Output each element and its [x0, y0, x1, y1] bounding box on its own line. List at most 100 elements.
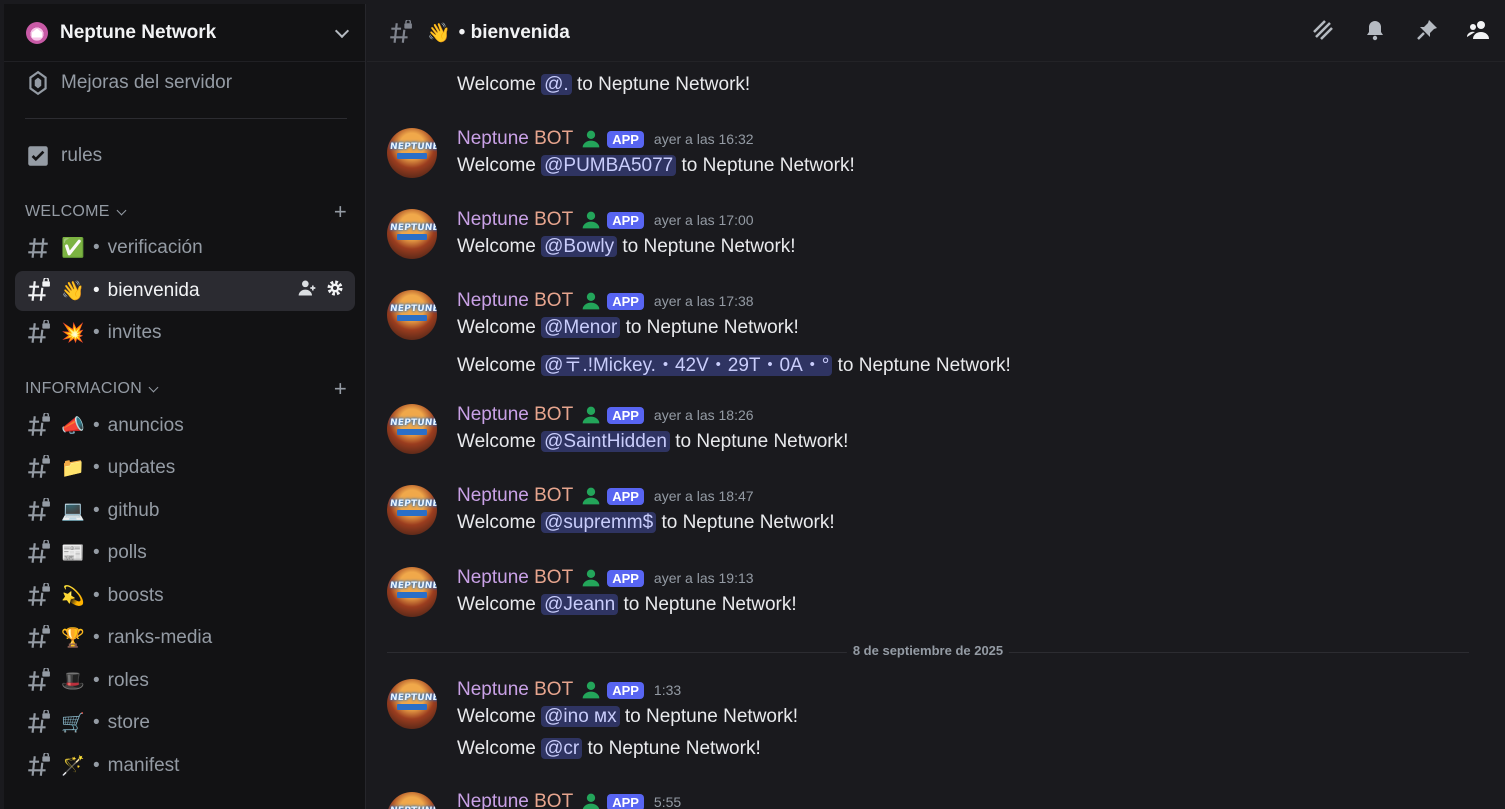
- threads-icon[interactable]: [1311, 18, 1335, 47]
- author-name[interactable]: Neptune BOT: [457, 567, 573, 589]
- sidebar-item-roles[interactable]: 🎩 • roles: [15, 661, 355, 701]
- sidebar-item-polls[interactable]: 📰 • polls: [15, 533, 355, 573]
- chat-header: 👋 • bienvenida: [367, 4, 1505, 62]
- user-role-icon: [581, 486, 601, 506]
- channel-sidebar: Neptune Network Mejoras del servidor rul…: [4, 4, 366, 809]
- user-mention[interactable]: @Menor: [541, 317, 621, 338]
- chevron-down-icon: [116, 205, 127, 215]
- user-mention[interactable]: @ino ᴍx: [541, 706, 620, 727]
- sidebar-item-label: store: [107, 712, 150, 733]
- message-content: Welcome @PUMBA5077 to Neptune Network!: [457, 155, 855, 176]
- sidebar-item-store[interactable]: 🛒 • store: [15, 703, 355, 743]
- channel-emoji: 🛒: [61, 713, 85, 734]
- category-label: INFORMACION: [25, 380, 143, 397]
- user-mention[interactable]: @supremm$: [541, 512, 657, 533]
- user-mention[interactable]: @Bowly: [541, 236, 618, 257]
- channel-emoji: 🏆: [61, 628, 85, 649]
- bell-icon[interactable]: [1363, 18, 1387, 47]
- avatar[interactable]: NEPTUNE: [387, 209, 437, 259]
- user-mention[interactable]: @SaintHidden: [541, 431, 670, 452]
- hashtag-lock-icon: [387, 18, 413, 46]
- sidebar-item-boosts[interactable]: 💫 • boosts: [15, 576, 355, 616]
- sidebar-item-manifest[interactable]: 🪄 • manifest: [15, 746, 355, 786]
- hashtag-lock-icon: [25, 539, 51, 566]
- author-name[interactable]: Neptune BOT: [457, 485, 573, 507]
- invite-people-icon[interactable]: [297, 278, 317, 304]
- sidebar-item-github[interactable]: 💻 • github: [15, 491, 355, 531]
- author-name[interactable]: Neptune BOT: [457, 404, 573, 426]
- server-boosts-label: Mejoras del servidor: [61, 72, 233, 93]
- avatar[interactable]: NEPTUNE: [387, 128, 437, 178]
- message-content: Welcome @Bowly to Neptune Network!: [457, 236, 796, 257]
- separator-dot: •: [93, 542, 100, 563]
- hashtag-lock-icon: [25, 624, 51, 651]
- sidebar-divider: [25, 118, 347, 119]
- sidebar-item-label: polls: [107, 542, 147, 563]
- sidebar-item-label: ranks-media: [107, 627, 213, 648]
- gear-icon[interactable]: [325, 278, 345, 304]
- rules-checklist-icon: [25, 143, 51, 169]
- hashtag-lock-icon: [25, 709, 51, 736]
- sidebar-item-ranks-media[interactable]: 🏆 • ranks-media: [15, 618, 355, 658]
- category-label: WELCOME: [25, 203, 110, 220]
- pin-icon[interactable]: [1415, 18, 1439, 47]
- hashtag-icon: [25, 235, 51, 261]
- user-mention[interactable]: @Jeann: [541, 594, 619, 615]
- user-mention[interactable]: @.: [541, 74, 572, 95]
- author-name[interactable]: Neptune BOT: [457, 791, 573, 809]
- hashtag-lock-icon: [25, 582, 51, 609]
- sidebar-item-label: anuncios: [107, 415, 184, 436]
- user-role-icon: [581, 405, 601, 425]
- author-name[interactable]: Neptune BOT: [457, 128, 573, 150]
- chat-area: 👋 • bienvenida Welcome @. to Neptune Net…: [367, 4, 1505, 809]
- chevron-down-icon: [334, 23, 350, 38]
- avatar[interactable]: NEPTUNE: [387, 290, 437, 340]
- avatar[interactable]: NEPTUNE: [387, 404, 437, 454]
- add-channel-icon[interactable]: +: [334, 376, 347, 402]
- sidebar-item-rules[interactable]: rules: [15, 136, 355, 176]
- app-badge: APP: [607, 569, 644, 587]
- message-content: Welcome @ino ᴍx to Neptune Network!: [457, 706, 799, 727]
- message-content: Welcome @Menor to Neptune Network!: [457, 317, 799, 338]
- sidebar-item-bienvenida[interactable]: 👋 • bienvenida: [15, 271, 355, 311]
- avatar[interactable]: NEPTUNE: [387, 567, 437, 617]
- category-welcome[interactable]: WELCOME +: [25, 199, 347, 225]
- sidebar-item-label: verificación: [107, 237, 203, 258]
- separator-dot: •: [93, 457, 100, 478]
- user-mention[interactable]: @〒.!Mickey.・42V・29T・0A・°: [541, 355, 833, 376]
- sidebar-item-label: boosts: [107, 585, 164, 606]
- channel-emoji: 📁: [61, 458, 85, 479]
- message-header: Neptune BOT APP 5:55: [457, 791, 681, 809]
- timestamp: ayer a las 17:38: [653, 293, 754, 309]
- user-mention[interactable]: @cr: [541, 738, 583, 759]
- message-content: Welcome @. to Neptune Network!: [457, 74, 751, 95]
- server-icon: [26, 21, 48, 44]
- sidebar-item-label: github: [107, 500, 160, 521]
- avatar[interactable]: NEPTUNE: [387, 679, 437, 729]
- sidebar-item-anuncios[interactable]: 📣 • anuncios: [15, 406, 355, 446]
- message-content: Welcome @supremm$ to Neptune Network!: [457, 512, 835, 533]
- message-content: Welcome @cr to Neptune Network!: [457, 738, 761, 759]
- sidebar-item-label: manifest: [107, 755, 180, 776]
- member-list-icon[interactable]: [1466, 18, 1491, 47]
- message-header: Neptune BOT APP ayer a las 17:00: [457, 209, 754, 231]
- user-role-icon: [581, 792, 601, 809]
- hashtag-lock-icon: [25, 277, 51, 304]
- author-name[interactable]: Neptune BOT: [457, 290, 573, 312]
- message-header: Neptune BOT APP ayer a las 16:32: [457, 128, 754, 150]
- category-informacion[interactable]: INFORMACION +: [25, 376, 347, 402]
- message-header: Neptune BOT APP ayer a las 17:38: [457, 290, 754, 312]
- author-name[interactable]: Neptune BOT: [457, 209, 573, 231]
- server-header[interactable]: Neptune Network: [4, 4, 365, 62]
- author-name[interactable]: Neptune BOT: [457, 679, 573, 701]
- server-boosts-link[interactable]: Mejoras del servidor: [15, 63, 355, 103]
- sidebar-item-verificacion[interactable]: ✅ • verificación: [15, 228, 355, 268]
- sidebar-item-invites[interactable]: 💥 • invites: [15, 313, 355, 353]
- add-channel-icon[interactable]: +: [334, 199, 347, 225]
- avatar[interactable]: NEPTUNE: [387, 485, 437, 535]
- user-mention[interactable]: @PUMBA5077: [541, 155, 677, 176]
- avatar[interactable]: NEPTUNE: [387, 792, 437, 809]
- app-badge: APP: [607, 793, 644, 809]
- channel-emoji: 💻: [61, 501, 85, 522]
- sidebar-item-updates[interactable]: 📁 • updates: [15, 448, 355, 488]
